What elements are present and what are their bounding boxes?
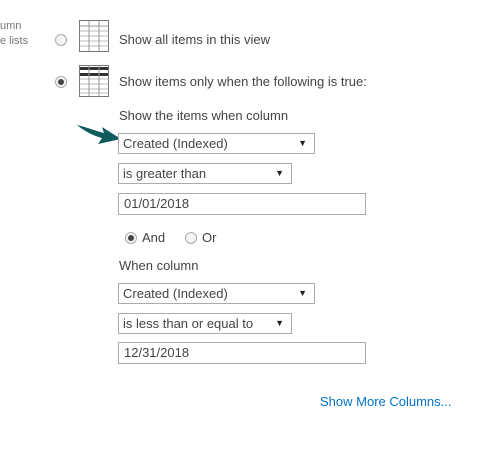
filtered-table-icon: [79, 65, 109, 97]
condition2-operator-select[interactable]: is less than or equal to ▼: [118, 313, 292, 334]
condition1-column-value: Created (Indexed): [123, 136, 228, 151]
caret-down-icon: ▼: [275, 318, 284, 328]
and-label: And: [142, 230, 166, 245]
or-radio[interactable]: [185, 232, 197, 244]
condition1-value-input[interactable]: 01/01/2018: [118, 193, 366, 215]
table-grid-icon: [79, 20, 109, 52]
sidebar-text-line2: e lists: [0, 35, 29, 47]
condition1-heading: Show the items when column: [119, 108, 289, 123]
condition1-column-select[interactable]: Created (Indexed) ▼: [118, 133, 315, 154]
show-all-items-label: Show all items in this view: [119, 32, 270, 47]
show-filtered-items-label: Show items only when the following is tr…: [119, 74, 367, 89]
condition2-column-value: Created (Indexed): [123, 286, 228, 301]
condition2-heading: When column: [119, 258, 199, 273]
condition2-value-input[interactable]: 12/31/2018: [118, 342, 366, 364]
show-all-items-radio[interactable]: [55, 34, 67, 46]
caret-down-icon: ▼: [298, 288, 307, 298]
arrow-pointer-icon: [76, 121, 122, 147]
show-more-columns-link[interactable]: Show More Columns...: [320, 394, 452, 409]
condition1-operator-select[interactable]: is greater than ▼: [118, 163, 292, 184]
condition2-column-select[interactable]: Created (Indexed) ▼: [118, 283, 315, 304]
and-radio[interactable]: [125, 232, 137, 244]
caret-down-icon: ▼: [275, 168, 284, 178]
condition2-value-text: 12/31/2018: [124, 345, 190, 360]
show-filtered-items-radio[interactable]: [55, 76, 67, 88]
condition1-operator-value: is greater than: [123, 166, 207, 181]
condition2-operator-value: is less than or equal to: [123, 316, 254, 331]
condition1-value-text: 01/01/2018: [124, 196, 190, 211]
sidebar-text-line1: umn: [0, 20, 22, 32]
or-label: Or: [202, 230, 217, 245]
caret-down-icon: ▼: [298, 138, 307, 148]
